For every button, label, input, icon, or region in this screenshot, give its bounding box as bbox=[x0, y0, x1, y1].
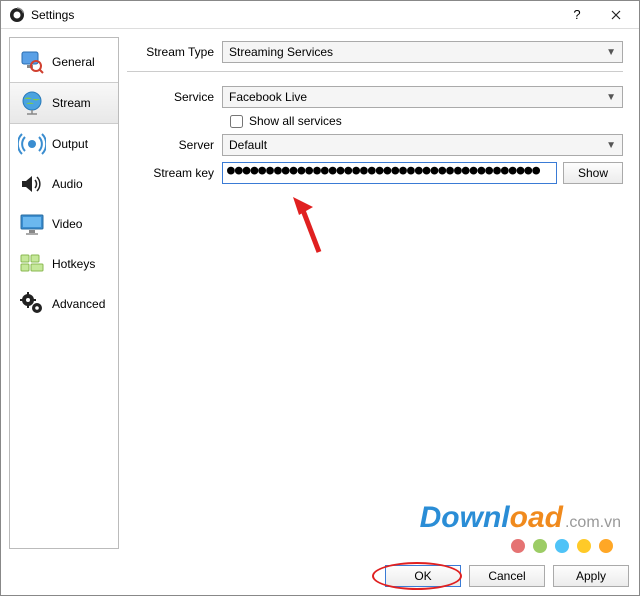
stream-type-dropdown[interactable]: Streaming Services ▼ bbox=[222, 41, 623, 63]
stream-type-row: Stream Type Streaming Services ▼ bbox=[127, 41, 623, 63]
dialog-footer: OK Cancel Apply bbox=[385, 565, 629, 587]
show-all-checkbox[interactable] bbox=[230, 115, 243, 128]
stream-key-label: Stream key bbox=[127, 166, 222, 180]
stream-key-input[interactable]: ●●●●●●●●●●●●●●●●●●●●●●●●●●●●●●●●●●●●●●●● bbox=[222, 162, 557, 184]
sidebar-item-video[interactable]: Video bbox=[10, 204, 118, 244]
app-icon bbox=[9, 7, 25, 23]
wrench-icon bbox=[18, 48, 46, 76]
ok-button[interactable]: OK bbox=[385, 565, 461, 587]
window-title: Settings bbox=[31, 8, 559, 22]
service-label: Service bbox=[127, 90, 222, 104]
keyboard-icon bbox=[18, 250, 46, 278]
help-button[interactable]: ? bbox=[559, 1, 595, 29]
service-row: Service Facebook Live ▼ bbox=[127, 86, 623, 108]
show-button[interactable]: Show bbox=[563, 162, 623, 184]
stream-type-value: Streaming Services bbox=[229, 45, 333, 59]
sidebar-item-stream[interactable]: Stream bbox=[10, 82, 118, 124]
gears-icon bbox=[18, 290, 46, 318]
sidebar: General Stream Output Audio Video bbox=[9, 37, 119, 549]
sidebar-item-output[interactable]: Output bbox=[10, 124, 118, 164]
sidebar-item-label: General bbox=[52, 55, 95, 69]
sidebar-item-label: Audio bbox=[52, 177, 83, 191]
titlebar: Settings ? bbox=[1, 1, 639, 29]
sidebar-item-hotkeys[interactable]: Hotkeys bbox=[10, 244, 118, 284]
annotation-arrow bbox=[289, 197, 329, 257]
show-all-row: Show all services bbox=[127, 114, 623, 128]
speaker-icon bbox=[18, 170, 46, 198]
sidebar-item-label: Output bbox=[52, 137, 88, 151]
antenna-icon bbox=[18, 130, 46, 158]
server-dropdown[interactable]: Default ▼ bbox=[222, 134, 623, 156]
monitor-icon bbox=[18, 210, 46, 238]
content-area: General Stream Output Audio Video bbox=[1, 29, 639, 557]
main-panel: Stream Type Streaming Services ▼ Service… bbox=[127, 37, 631, 549]
sidebar-item-general[interactable]: General bbox=[10, 42, 118, 82]
cancel-button[interactable]: Cancel bbox=[469, 565, 545, 587]
chevron-down-icon: ▼ bbox=[606, 140, 616, 151]
sidebar-item-label: Video bbox=[52, 217, 82, 231]
chevron-down-icon: ▼ bbox=[606, 92, 616, 103]
sidebar-item-audio[interactable]: Audio bbox=[10, 164, 118, 204]
chevron-down-icon: ▼ bbox=[606, 47, 616, 58]
close-button[interactable] bbox=[595, 1, 637, 29]
server-label: Server bbox=[127, 138, 222, 152]
stream-key-row: Stream key ●●●●●●●●●●●●●●●●●●●●●●●●●●●●●… bbox=[127, 162, 623, 184]
server-row: Server Default ▼ bbox=[127, 134, 623, 156]
show-all-label: Show all services bbox=[249, 114, 342, 128]
globe-icon bbox=[18, 89, 46, 117]
sidebar-item-advanced[interactable]: Advanced bbox=[10, 284, 118, 324]
service-value: Facebook Live bbox=[229, 90, 307, 104]
server-value: Default bbox=[229, 138, 267, 152]
sidebar-item-label: Stream bbox=[52, 96, 91, 110]
sidebar-item-label: Hotkeys bbox=[52, 257, 95, 271]
service-dropdown[interactable]: Facebook Live ▼ bbox=[222, 86, 623, 108]
stream-type-label: Stream Type bbox=[127, 45, 222, 59]
divider bbox=[127, 71, 623, 72]
apply-button[interactable]: Apply bbox=[553, 565, 629, 587]
sidebar-item-label: Advanced bbox=[52, 297, 105, 311]
